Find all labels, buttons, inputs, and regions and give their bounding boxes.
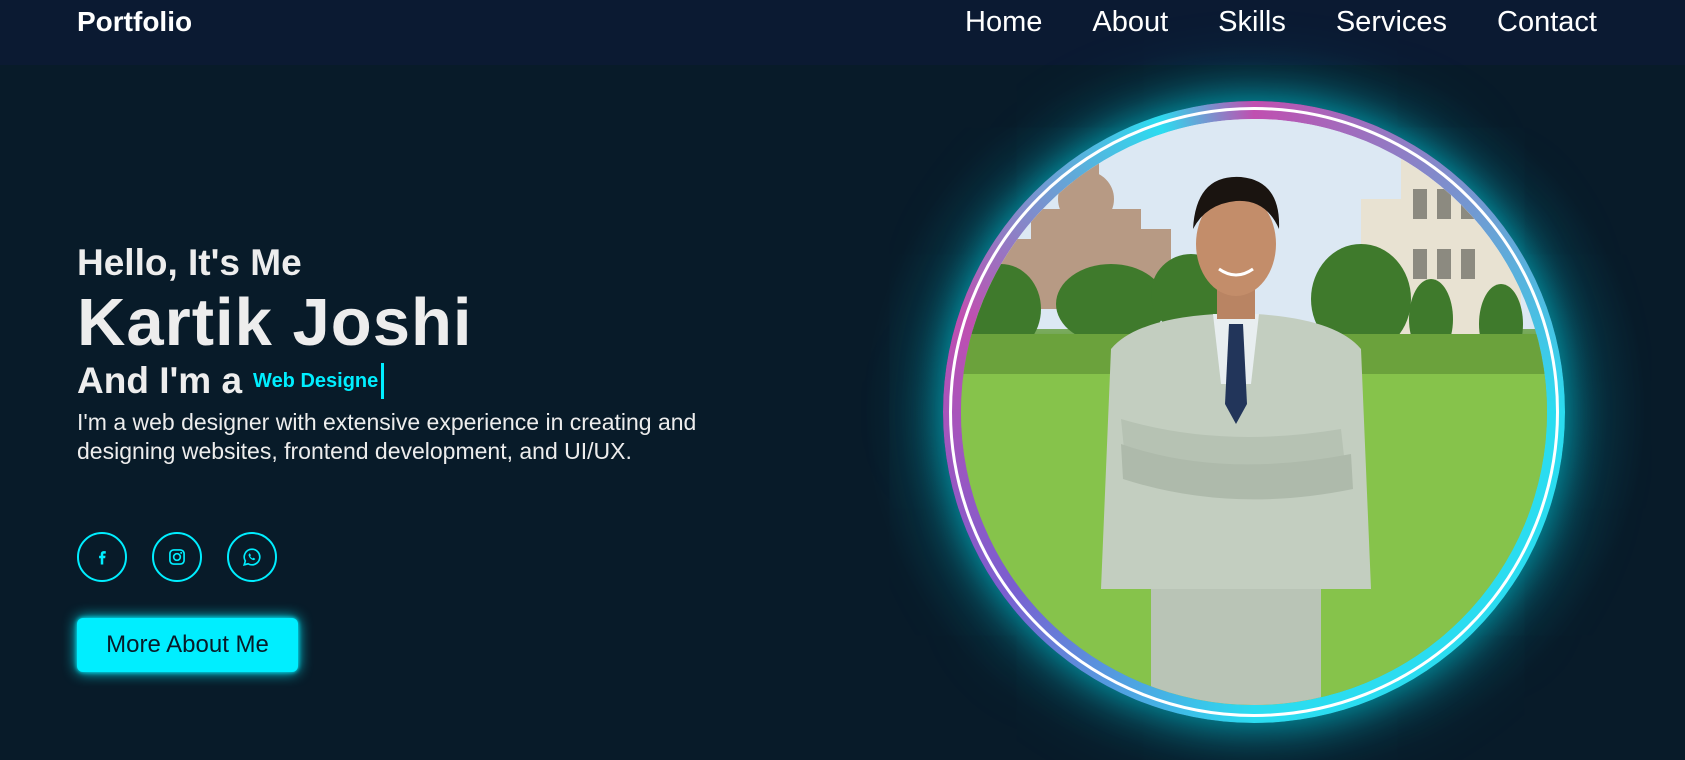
instagram-link[interactable] — [152, 532, 202, 582]
instagram-icon — [169, 549, 185, 565]
hero-content: Hello, It's Me Kartik Joshi And I'm a We… — [77, 238, 797, 466]
facebook-link[interactable] — [77, 532, 127, 582]
role-prefix: And I'm a — [77, 360, 243, 401]
whatsapp-link[interactable] — [227, 532, 277, 582]
role-typed-text: Web Designe — [253, 363, 385, 399]
nav-services[interactable]: Services — [1336, 5, 1447, 39]
main-nav: Home About Skills Services Contact — [965, 5, 1597, 39]
nav-contact[interactable]: Contact — [1497, 5, 1597, 39]
nav-home[interactable]: Home — [965, 5, 1042, 39]
portfolio-page: Portfolio Home About Skills Services Con… — [0, 0, 1685, 760]
nav-skills[interactable]: Skills — [1218, 5, 1286, 39]
hero-bio: I'm a web designer with extensive experi… — [77, 409, 697, 464]
more-about-me-button[interactable]: More About Me — [77, 618, 298, 672]
profile-photo-illustration — [961, 119, 1547, 705]
social-links — [77, 532, 277, 582]
hero-role-line: And I'm a Web Designe — [77, 358, 797, 404]
hero-name: Kartik Joshi — [77, 285, 473, 360]
facebook-icon — [99, 551, 106, 565]
nav-about[interactable]: About — [1092, 5, 1168, 39]
whatsapp-icon — [243, 548, 261, 566]
hero-greeting: Hello, It's Me — [77, 242, 302, 283]
site-header: Portfolio Home About Skills Services Con… — [0, 0, 1685, 65]
profile-photo — [961, 119, 1547, 705]
logo-link[interactable]: Portfolio — [77, 5, 192, 39]
profile-photo-frame — [943, 101, 1565, 723]
